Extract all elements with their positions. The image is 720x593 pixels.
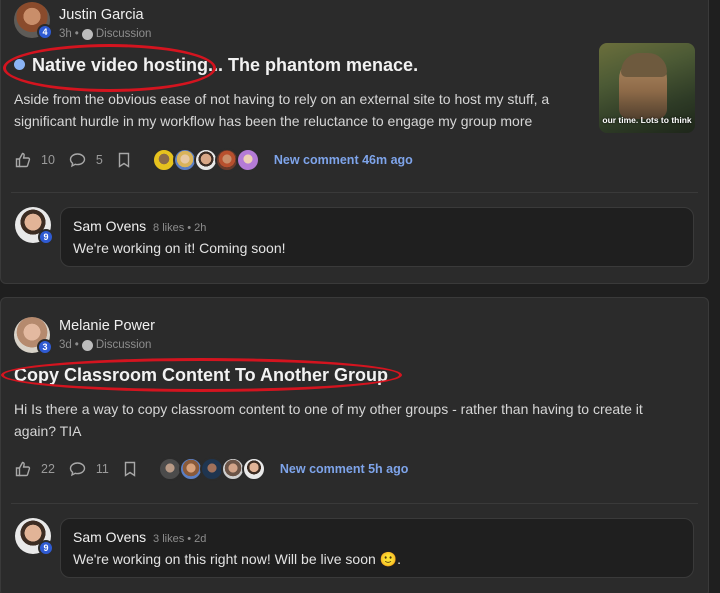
post-body[interactable]: Hi Is there a way to copy classroom cont… (14, 398, 704, 442)
like-count: 22 (41, 462, 55, 476)
like-button[interactable]: 22 (15, 461, 55, 477)
bookmark-button[interactable] (123, 461, 137, 477)
level-badge: 4 (37, 24, 53, 40)
post-time: 3d (59, 339, 72, 351)
post-stats: 10 5 New comment 46m ago (15, 148, 413, 172)
level-badge: 3 (37, 339, 53, 355)
divider (11, 192, 698, 193)
commenter-avatar-large[interactable]: 9 (15, 207, 54, 245)
chat-bubble-icon (81, 339, 93, 351)
unread-dot-icon (14, 59, 25, 70)
comment-count: 11 (95, 462, 109, 476)
commenter-avatar-large[interactable]: 9 (15, 518, 54, 556)
commenter-avatar[interactable] (235, 148, 260, 172)
level-badge: 9 (38, 229, 54, 245)
like-button[interactable]: 10 (15, 152, 55, 168)
comment-button[interactable]: 5 (69, 152, 103, 168)
post-stats: 22 11 New comment 5h ago (15, 457, 408, 481)
comment-bubble[interactable]: Sam Ovens 3 likes • 2d We're working on … (60, 518, 694, 578)
divider (11, 503, 698, 504)
commenter-avatars[interactable] (151, 148, 260, 172)
commenter-avatar[interactable] (241, 457, 266, 481)
comment-icon (69, 153, 86, 168)
comment-bubble[interactable]: Sam Ovens 8 likes • 2h We're working on … (60, 207, 694, 267)
post-card[interactable]: 4 Justin Garcia 3h • Discussion Native v… (0, 0, 709, 284)
video-thumbnail[interactable]: our time. Lots to think (599, 43, 695, 133)
thumbnail-caption: our time. Lots to think (602, 115, 692, 125)
thumbs-up-icon (15, 152, 31, 168)
level-badge: 9 (38, 540, 54, 556)
bookmark-button[interactable] (117, 152, 131, 168)
comment-author: Sam Ovens 8 likes • 2h (73, 218, 207, 234)
post-card[interactable]: 3 Melanie Power 3d • Discussion Copy Cla… (0, 297, 709, 593)
author-name[interactable]: Justin Garcia (59, 7, 144, 23)
chat-bubble-icon (81, 28, 93, 40)
post-title[interactable]: Native video hosting... The phantom mena… (14, 55, 418, 76)
bookmark-icon (124, 461, 136, 477)
post-meta: 3h • Discussion (59, 28, 152, 40)
new-comment-link[interactable]: New comment 46m ago (274, 153, 413, 167)
thumbs-up-icon (15, 461, 31, 477)
comment-count: 5 (95, 153, 103, 167)
post-time: 3h (59, 28, 72, 40)
like-count: 10 (41, 153, 55, 167)
comment-author: Sam Ovens 3 likes • 2d (73, 529, 207, 545)
post-meta: 3d • Discussion (59, 339, 152, 351)
post-title[interactable]: Copy Classroom Content To Another Group (14, 365, 388, 386)
bookmark-icon (118, 152, 130, 168)
comment-meta: 3 likes • 2d (153, 533, 207, 545)
author-name[interactable]: Melanie Power (59, 318, 155, 334)
post-category[interactable]: Discussion (96, 339, 152, 351)
comment-text: We're working on it! Coming soon! (73, 240, 286, 256)
post-category[interactable]: Discussion (96, 28, 152, 40)
post-body[interactable]: Aside from the obvious ease of not havin… (14, 88, 594, 132)
commenter-avatars[interactable] (157, 457, 266, 481)
new-comment-link[interactable]: New comment 5h ago (280, 462, 409, 476)
comment-icon (69, 462, 86, 477)
comment-meta: 8 likes • 2h (153, 222, 207, 234)
author-avatar[interactable]: 4 (14, 2, 53, 40)
author-avatar[interactable]: 3 (14, 317, 53, 355)
comment-button[interactable]: 11 (69, 461, 109, 477)
comment-text: We're working on this right now! Will be… (73, 551, 401, 567)
